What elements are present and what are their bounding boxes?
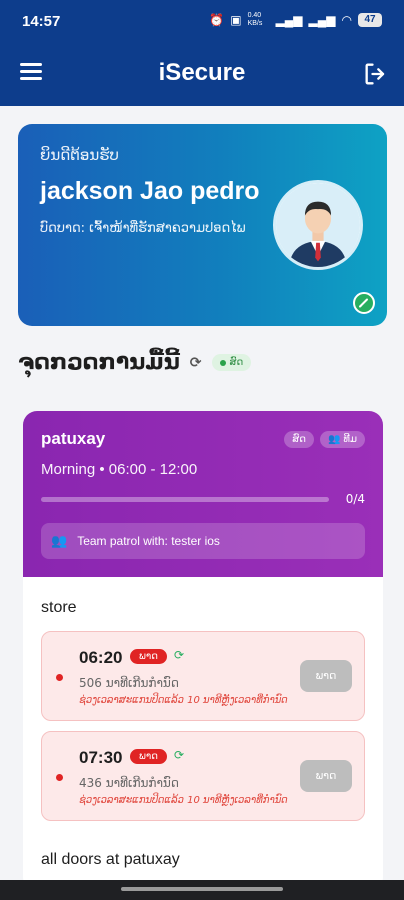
checkpoint-overtime: 506 ນາທີເກີນກຳນົດ [79,676,179,690]
gesture-handle[interactable] [121,887,283,891]
checkpoint-time: 07:30 [79,748,123,767]
user-avatar-icon[interactable] [273,180,363,270]
system-nav-bar [0,880,404,900]
status-icons: ⏰ ▣ 0.40 KB/s ▂▄▆ ▂▄▆ ◠ 47 [209,12,382,28]
alarm-icon: ⏰ [209,13,225,27]
checkpoint-time: 06:20 [79,648,123,667]
user-role: ບົດບາດ: ເຈົ້າໜ້າທີ່ຮັກສາຄວາມປອດໄພ [40,221,246,236]
checkpoint-group-label: store [41,599,77,616]
checkpoint-note: ຊ່ວງເວລາສະແກນປິດແລ້ວ 10 ນາທີຫຼັງເວລາທີ່ກ… [79,695,288,706]
live-dot-icon [219,359,226,366]
shift-time: Morning • 06:00 - 12:00 [41,461,198,478]
signal-icon: ▂▄▆ [275,13,303,27]
team-tag: 👥 ທີມ [319,431,365,448]
missed-action-button[interactable]: ພາດ [300,760,352,792]
today-checkpoints-header: ຈຸດກວດການມື້ນີ້ ⟳ ສົດ [18,350,252,375]
checkpoint-group-label: all doors at patuxay [41,851,180,868]
user-name: jackson Jao pedro [40,177,260,205]
today-title: ຈຸດກວດການມື້ນີ້ [18,350,180,375]
logout-icon[interactable] [362,60,390,88]
app-bar: iSecure [0,44,404,106]
missed-dot-icon [56,774,63,781]
missed-action-button[interactable]: ພາດ [300,660,352,692]
team-tag-icon: 👥 [327,434,341,445]
team-icon: 👥 [51,533,68,548]
live-status-label: ສົດ [229,357,244,368]
checkpoint-item[interactable]: 06:20 ພາດ ⟳ 506 ນາທີເກີນກຳນົດ ຊ່ວງເວລາສະ… [41,631,365,721]
live-tag: ສົດ [284,431,314,448]
checkpoint-item[interactable]: 07:30 ພາດ ⟳ 436 ນາທີເກີນກຳນົດ ຊ່ວງເວລາສະ… [41,731,365,821]
welcome-greeting: ຍິນດີຕ້ອນຮັບ [40,146,119,164]
missed-badge: ພາດ [130,749,167,764]
battery-icon: 47 [358,13,382,27]
live-status-chip: ສົດ [211,354,252,371]
refresh-icon[interactable]: ⟳ [190,355,202,371]
checkpoint-overtime: 436 ນາທີເກີນກຳນົດ [79,776,179,790]
net-speed: 0.40 KB/s [247,12,263,27]
recheck-icon: ⟳ [174,748,185,762]
app-title: iSecure [158,59,246,86]
missed-badge: ພາດ [130,649,167,664]
recheck-icon: ⟳ [174,648,185,662]
team-tag-label: ທີມ [343,434,357,445]
shift-progress-count: 0/4 [345,492,365,506]
wifi-icon: ◠ [341,13,352,27]
shift-card-header: patuxay ສົດ 👥 ທີມ Morning • 06:00 - 12:0… [23,411,383,577]
shift-tags: ສົດ 👥 ທີມ [284,431,365,448]
welcome-card: ຍິນດີຕ້ອນຮັບ jackson Jao pedro ບົດບາດ: ເ… [18,124,387,326]
checkpoint-note: ຊ່ວງເວລາສະແກນປິດແລ້ວ 10 ນາທີຫຼັງເວລາທີ່ກ… [79,795,288,806]
status-bar: 14:57 ⏰ ▣ 0.40 KB/s ▂▄▆ ▂▄▆ ◠ 47 [0,0,404,44]
missed-dot-icon [56,674,63,681]
signal-icon-2: ▂▄▆ [308,13,336,27]
shift-progress-bar [41,497,329,502]
status-time: 14:57 [22,13,61,30]
android-icon: ▣ [230,13,242,27]
edit-check-icon[interactable] [353,292,375,314]
shift-card[interactable]: patuxay ສົດ 👥 ທີມ Morning • 06:00 - 12:0… [23,411,383,891]
team-patrol-text: Team patrol with: tester ios [77,534,220,548]
team-patrol-info: 👥 Team patrol with: tester ios [41,523,365,559]
